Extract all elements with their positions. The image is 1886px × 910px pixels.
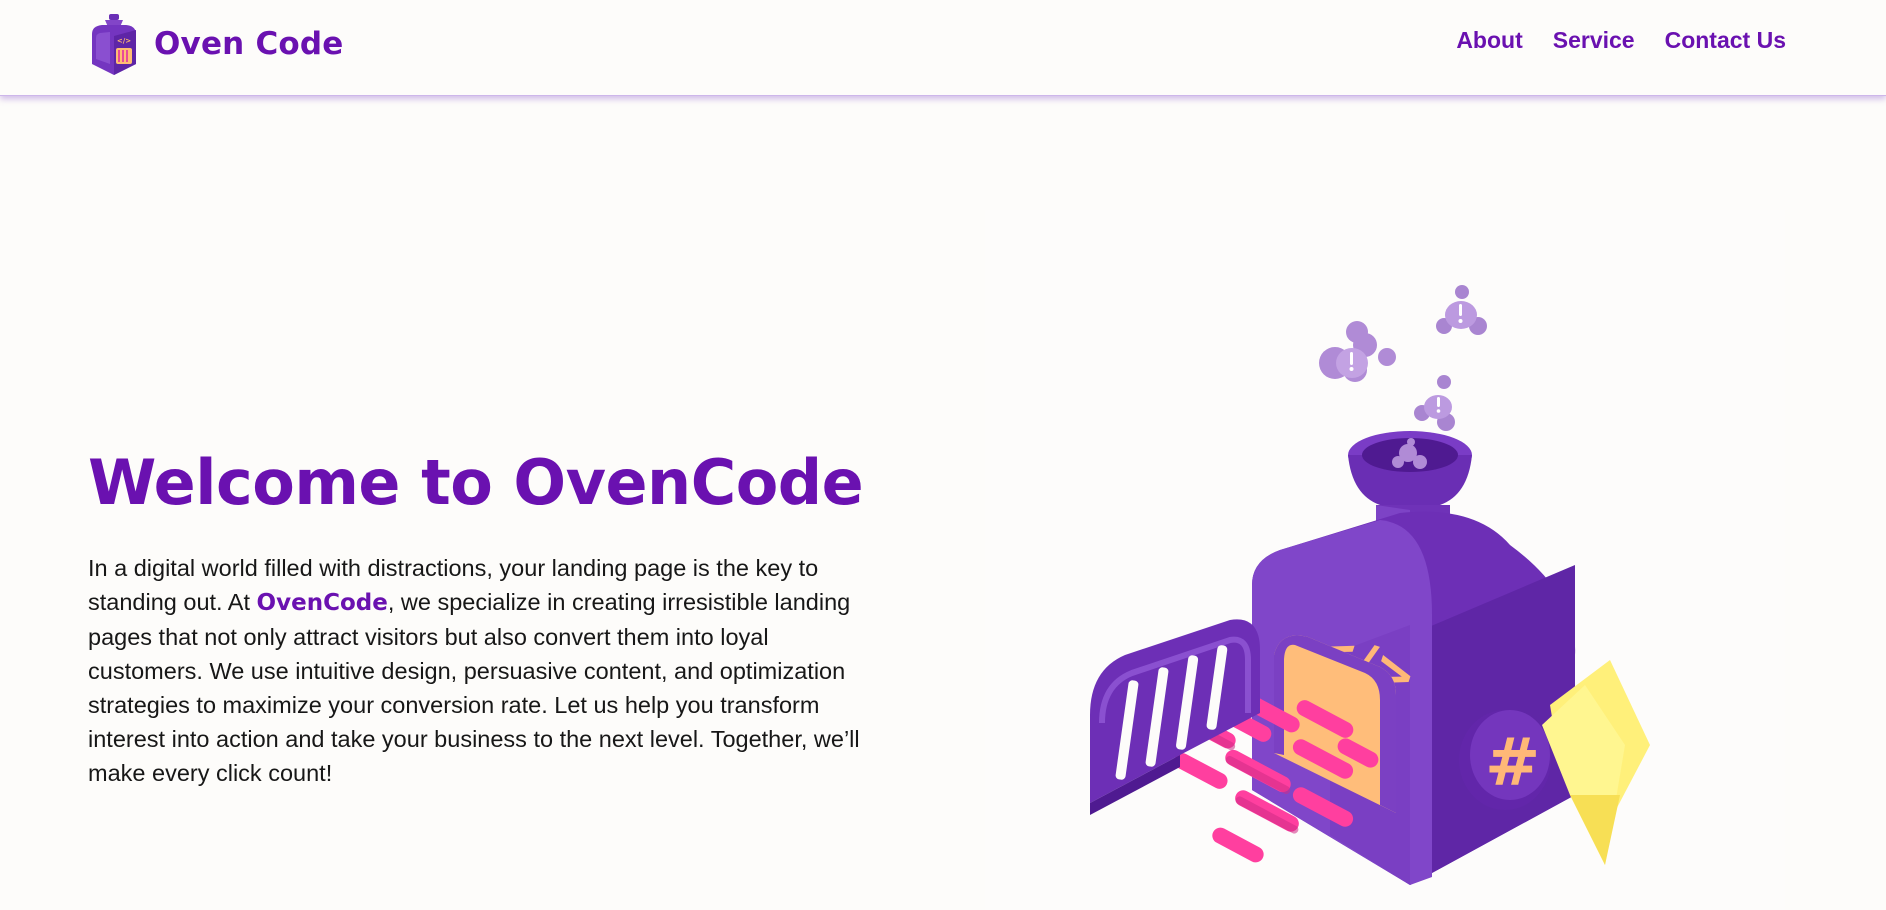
brand-logo-link[interactable]: </> Oven Code: [88, 12, 344, 76]
hero-title: Welcome to OvenCode: [88, 446, 864, 519]
nav-link-about[interactable]: About: [1456, 27, 1522, 54]
smoke-puff-icon: [1319, 321, 1396, 382]
brand-name: Oven Code: [154, 26, 344, 62]
hash-symbol-icon: #: [1485, 724, 1540, 801]
nav-link-contact[interactable]: Contact Us: [1665, 27, 1786, 54]
code-oven-illustration: </> #: [1090, 285, 1650, 885]
hero-text-part-2: , we specialize in creating irresistible…: [88, 589, 860, 786]
svg-text:</>: </>: [117, 37, 131, 45]
site-header: </> Oven Code About Service Contact Us: [0, 0, 1886, 96]
oven-door: [1090, 619, 1260, 815]
smoke-puff-icon: [1436, 285, 1487, 335]
main-nav: About Service Contact Us: [1456, 27, 1786, 54]
nav-link-service[interactable]: Service: [1553, 27, 1635, 54]
hero-description: In a digital world filled with distracti…: [88, 551, 878, 790]
smoke-puff-icon: [1414, 375, 1455, 431]
oven-logo-icon: </>: [92, 14, 136, 75]
brand-highlight: OvenCode: [256, 590, 388, 616]
